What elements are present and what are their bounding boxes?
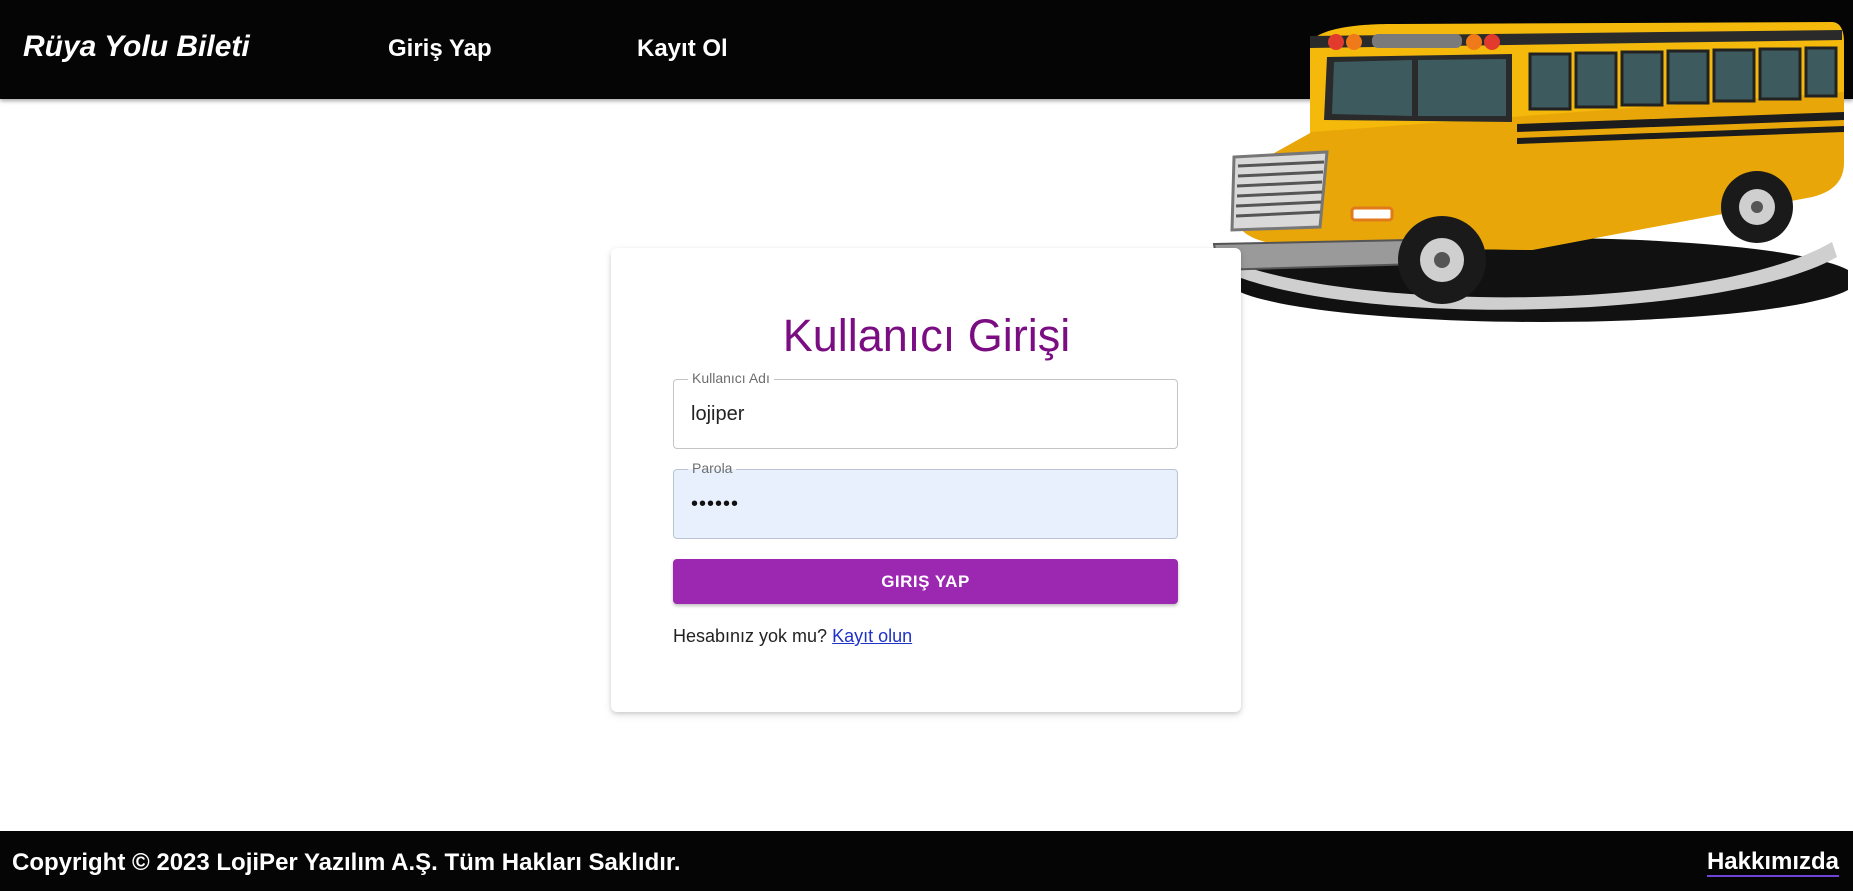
about-link[interactable]: Hakkımızda [1706,849,1839,877]
password-field: Parola [673,460,1178,539]
school-bus-illustration [1212,22,1848,322]
copyright-text: Copyright © 2023 LojiPer Yazılım A.Ş. Tü… [12,849,681,876]
brand-logo-link[interactable]: Rüya Yolu Bileti [23,30,250,64]
login-submit-button[interactable]: GIRIŞ YAP [673,559,1178,604]
login-title: Kullanıcı Girişi [782,310,1071,361]
no-account-text: Hesabınız yok mu? [673,626,828,646]
username-input[interactable] [691,380,1161,448]
register-link[interactable]: Kayıt olun [832,626,912,646]
signup-prompt: Hesabınız yok mu? Kayıt olun [673,626,912,647]
nav-register-link[interactable]: Kayıt Ol [637,35,728,63]
footer: Copyright © 2023 LojiPer Yazılım A.Ş. Tü… [0,831,1853,891]
password-input[interactable] [691,470,1161,538]
nav-login-link[interactable]: Giriş Yap [388,35,492,63]
username-field: Kullanıcı Adı [673,370,1178,449]
